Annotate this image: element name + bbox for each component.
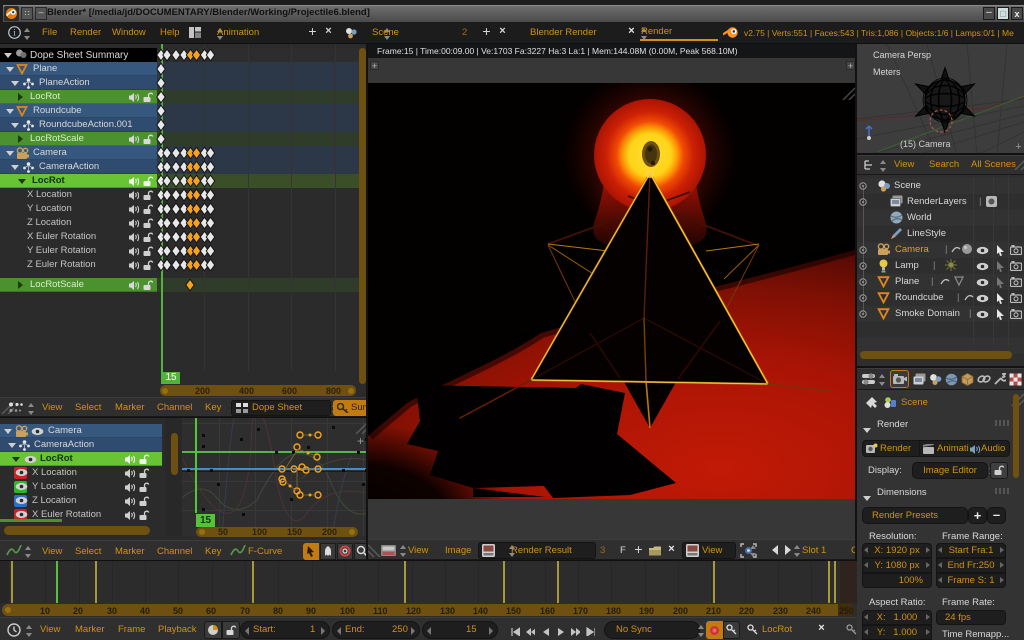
svg-text:i: i	[13, 28, 16, 38]
